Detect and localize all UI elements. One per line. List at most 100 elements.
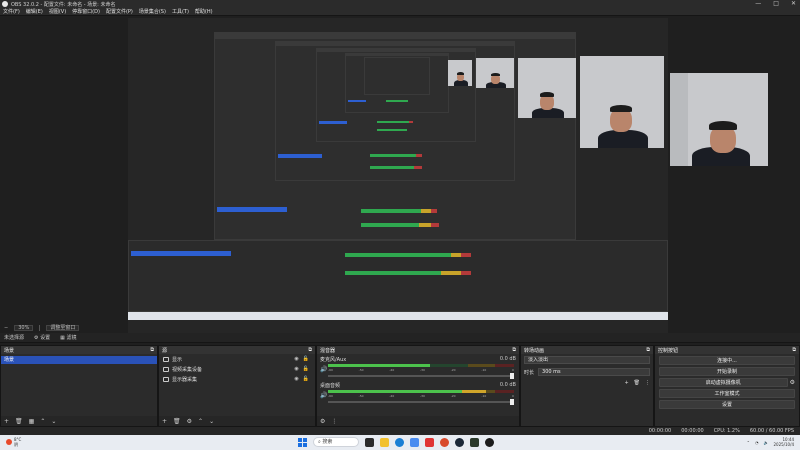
- menu-bar: 文件(F) 编辑(E) 视图(V) 停靠窗口(D) 配置文件(P) 场景集合(S…: [0, 8, 800, 16]
- weather-icon: [6, 439, 12, 445]
- visibility-icon[interactable]: ◉: [294, 356, 298, 362]
- controls-dock-title: 控制按钮: [658, 347, 679, 354]
- lock-icon[interactable]: 🔓: [303, 356, 309, 362]
- edge-icon[interactable]: [395, 437, 404, 447]
- dock-float-icon[interactable]: ⧉: [308, 347, 312, 353]
- start-recording-button[interactable]: 开始录制: [659, 367, 795, 376]
- wps-icon[interactable]: [425, 437, 434, 447]
- add-source-icon[interactable]: +: [162, 418, 167, 425]
- move-down-icon[interactable]: ⌄: [51, 418, 56, 425]
- move-up-icon[interactable]: ⌃: [40, 418, 45, 425]
- nested-taskbar: [128, 312, 668, 320]
- remove-transition-icon[interactable]: 🗑: [634, 380, 640, 386]
- app-icon[interactable]: [470, 437, 479, 447]
- visibility-icon[interactable]: ◉: [294, 376, 298, 382]
- zoom-mode-select[interactable]: 调整至窗口: [46, 325, 80, 331]
- volume-meter: [328, 390, 514, 393]
- close-button[interactable]: ✕: [791, 0, 796, 7]
- preview-canvas[interactable]: [128, 18, 668, 338]
- webcam-thumbnail: [448, 60, 472, 86]
- obs-taskbar-icon[interactable]: [485, 437, 494, 447]
- start-virtual-camera-button[interactable]: 启动虚拟摄像机: [659, 378, 788, 387]
- mixer-channel: 桌面音频 0.0 dB -60 -50 -40 -30 -20 -10 0 🔊: [320, 382, 516, 405]
- maximize-button[interactable]: □: [773, 0, 779, 7]
- move-up-icon[interactable]: ⌃: [198, 418, 203, 425]
- dock-float-icon[interactable]: ⧉: [150, 347, 154, 353]
- add-transition-icon[interactable]: +: [624, 380, 628, 386]
- start-streaming-button[interactable]: 连接中...: [659, 356, 795, 365]
- studio-mode-button[interactable]: 工作室模式: [659, 389, 795, 398]
- transition-select[interactable]: 淡入淡出: [524, 356, 650, 364]
- window-title: OBS 32.0.2 - 配置文件: 未命名 - 场景: 未命名: [11, 1, 116, 8]
- preview-area[interactable]: [0, 16, 800, 338]
- visibility-icon[interactable]: ◉: [294, 366, 298, 372]
- virtual-camera-settings-icon[interactable]: ⚙: [790, 379, 795, 386]
- wifi-icon[interactable]: ◔: [755, 440, 759, 445]
- transitions-dock: 转场动画 ⧉ 淡入淡出 时长 300 ms + 🗑 ⋮: [520, 345, 654, 427]
- mixer-settings-icon[interactable]: ⚙: [320, 418, 325, 425]
- source-properties-icon[interactable]: ⚙: [187, 418, 192, 425]
- source-filters-button[interactable]: ▦ 滤镜: [60, 334, 76, 341]
- mixer-dock-title: 混音器: [320, 347, 336, 354]
- menu-tools[interactable]: 工具(T): [172, 8, 189, 15]
- channel-db: 0.0 dB: [499, 382, 516, 388]
- monitor-icon: [163, 376, 169, 382]
- dock-float-icon[interactable]: ⧉: [512, 347, 516, 353]
- volume-icon[interactable]: 🔈: [764, 440, 769, 445]
- zoom-select[interactable]: 30%: [14, 325, 34, 331]
- menu-view[interactable]: 视图(V): [49, 8, 66, 15]
- steam-icon[interactable]: [455, 437, 464, 447]
- selected-source-label: 未选择源: [4, 335, 25, 341]
- task-view-icon[interactable]: [365, 437, 374, 447]
- menu-docks[interactable]: 停靠窗口(D): [72, 8, 100, 15]
- lock-icon[interactable]: 🔓: [303, 376, 309, 382]
- os-taskbar: 8°C 阴 ⌕ 搜索 ⌃ ◔ 🔈 10:44 2025/10/4: [0, 435, 800, 450]
- remove-scene-icon[interactable]: 🗑: [15, 418, 23, 425]
- menu-edit[interactable]: 编辑(E): [26, 8, 43, 15]
- weather-desc: 阴: [14, 442, 18, 447]
- speaker-icon[interactable]: 🔊: [320, 366, 327, 373]
- scene-filters-icon[interactable]: ▦: [29, 418, 35, 425]
- start-menu-icon[interactable]: [298, 437, 307, 447]
- move-down-icon[interactable]: ⌄: [209, 418, 214, 425]
- duration-input[interactable]: 300 ms: [538, 368, 650, 376]
- source-item[interactable]: 显示 ◉ 🔓: [159, 354, 315, 364]
- add-scene-icon[interactable]: +: [4, 418, 9, 425]
- menu-scene-collection[interactable]: 场景集合(S): [139, 8, 166, 15]
- browser-icon[interactable]: [440, 437, 449, 447]
- remove-source-icon[interactable]: 🗑: [173, 418, 181, 425]
- record-time: 00:00:00: [681, 428, 704, 434]
- source-item[interactable]: 显示器采集 ◉ 🔓: [159, 374, 315, 384]
- volume-slider[interactable]: [328, 373, 514, 379]
- nested-screen: [345, 53, 449, 113]
- taskbar-search[interactable]: ⌕ 搜索: [313, 437, 359, 447]
- source-toolbar: 未选择源 ⚙ 设置 ▦ 滤镜: [0, 333, 800, 343]
- volume-slider[interactable]: [328, 399, 514, 405]
- stream-time: 00:00:00: [648, 428, 672, 434]
- zoom-out-icon[interactable]: −: [4, 325, 8, 331]
- weather-widget[interactable]: 8°C 阴: [6, 437, 21, 447]
- fps-readout: 60.00 / 60.00 FPS: [749, 428, 794, 434]
- transition-menu-icon[interactable]: ⋮: [645, 380, 650, 386]
- cpu-usage: CPU: 1.2%: [713, 428, 740, 434]
- file-explorer-icon[interactable]: [380, 437, 389, 447]
- sources-dock: 源 ⧉ 显示 ◉ 🔓 视频采集设备 ◉ 🔓 显示器采集 ◉ 🔓 + 🗑 ⚙ ⌃ ⌄: [158, 345, 316, 427]
- scene-list-item[interactable]: 场景: [1, 356, 157, 364]
- clock[interactable]: 10:44 2025/10/4: [773, 437, 794, 447]
- menu-profile[interactable]: 配置文件(P): [106, 8, 133, 15]
- dock-float-icon[interactable]: ⧉: [646, 347, 650, 353]
- lock-icon[interactable]: 🔓: [303, 366, 309, 372]
- source-settings-button[interactable]: ⚙ 设置: [34, 334, 50, 341]
- store-icon[interactable]: [410, 437, 419, 447]
- settings-button[interactable]: 设置: [659, 400, 795, 409]
- minimize-button[interactable]: —: [755, 0, 761, 7]
- mixer-menu-icon[interactable]: ⋮: [331, 418, 337, 425]
- source-item[interactable]: 视频采集设备 ◉ 🔓: [159, 364, 315, 374]
- channel-name: 麦克风/Aux: [320, 357, 347, 363]
- tray-chevron-icon[interactable]: ⌃: [747, 440, 750, 445]
- webcam-preview: [580, 56, 664, 148]
- speaker-icon[interactable]: 🔊: [320, 392, 327, 399]
- menu-file[interactable]: 文件(F): [3, 8, 20, 15]
- dock-float-icon[interactable]: ⧉: [792, 347, 796, 353]
- menu-help[interactable]: 帮助(H): [195, 8, 213, 15]
